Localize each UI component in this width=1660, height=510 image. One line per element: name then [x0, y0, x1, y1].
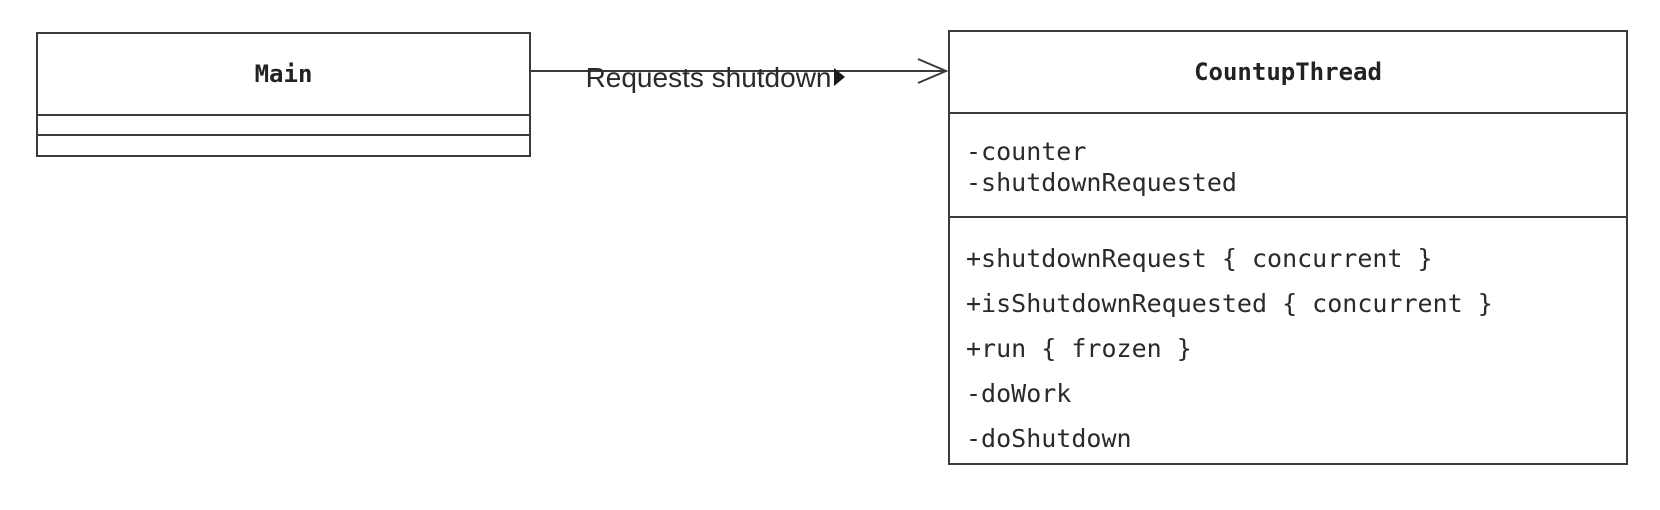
- class-name: CountupThread: [1194, 58, 1382, 86]
- operation-isshutdownrequested: +isShutdownRequested { concurrent }: [966, 289, 1493, 318]
- operations-compartment: +shutdownRequest { concurrent } +isShutd…: [950, 216, 1626, 461]
- attributes-compartment: -counter -shutdownRequested: [950, 112, 1626, 216]
- operation-run: +run { frozen }: [966, 334, 1192, 363]
- class-countupthread[interactable]: CountupThread -counter -shutdownRequeste…: [948, 30, 1628, 465]
- class-main[interactable]: Main: [36, 32, 531, 157]
- open-arrowhead-icon: [917, 58, 949, 84]
- attributes-compartment: [38, 114, 529, 134]
- operation-dowork: -doWork: [966, 379, 1072, 408]
- attribute-counter: -counter: [966, 137, 1087, 166]
- operations-compartment: [38, 134, 529, 153]
- operation-shutdownrequest: +shutdownRequest { concurrent }: [966, 244, 1433, 273]
- operation-doshutdown: -doShutdown: [966, 424, 1132, 453]
- attribute-shutdownrequested: -shutdownRequested: [966, 168, 1237, 197]
- class-name: Main: [254, 60, 313, 88]
- association-label-text: Requests shutdown: [585, 62, 832, 93]
- association-label: Requests shutdown: [570, 30, 845, 94]
- reading-direction-icon: [833, 68, 845, 86]
